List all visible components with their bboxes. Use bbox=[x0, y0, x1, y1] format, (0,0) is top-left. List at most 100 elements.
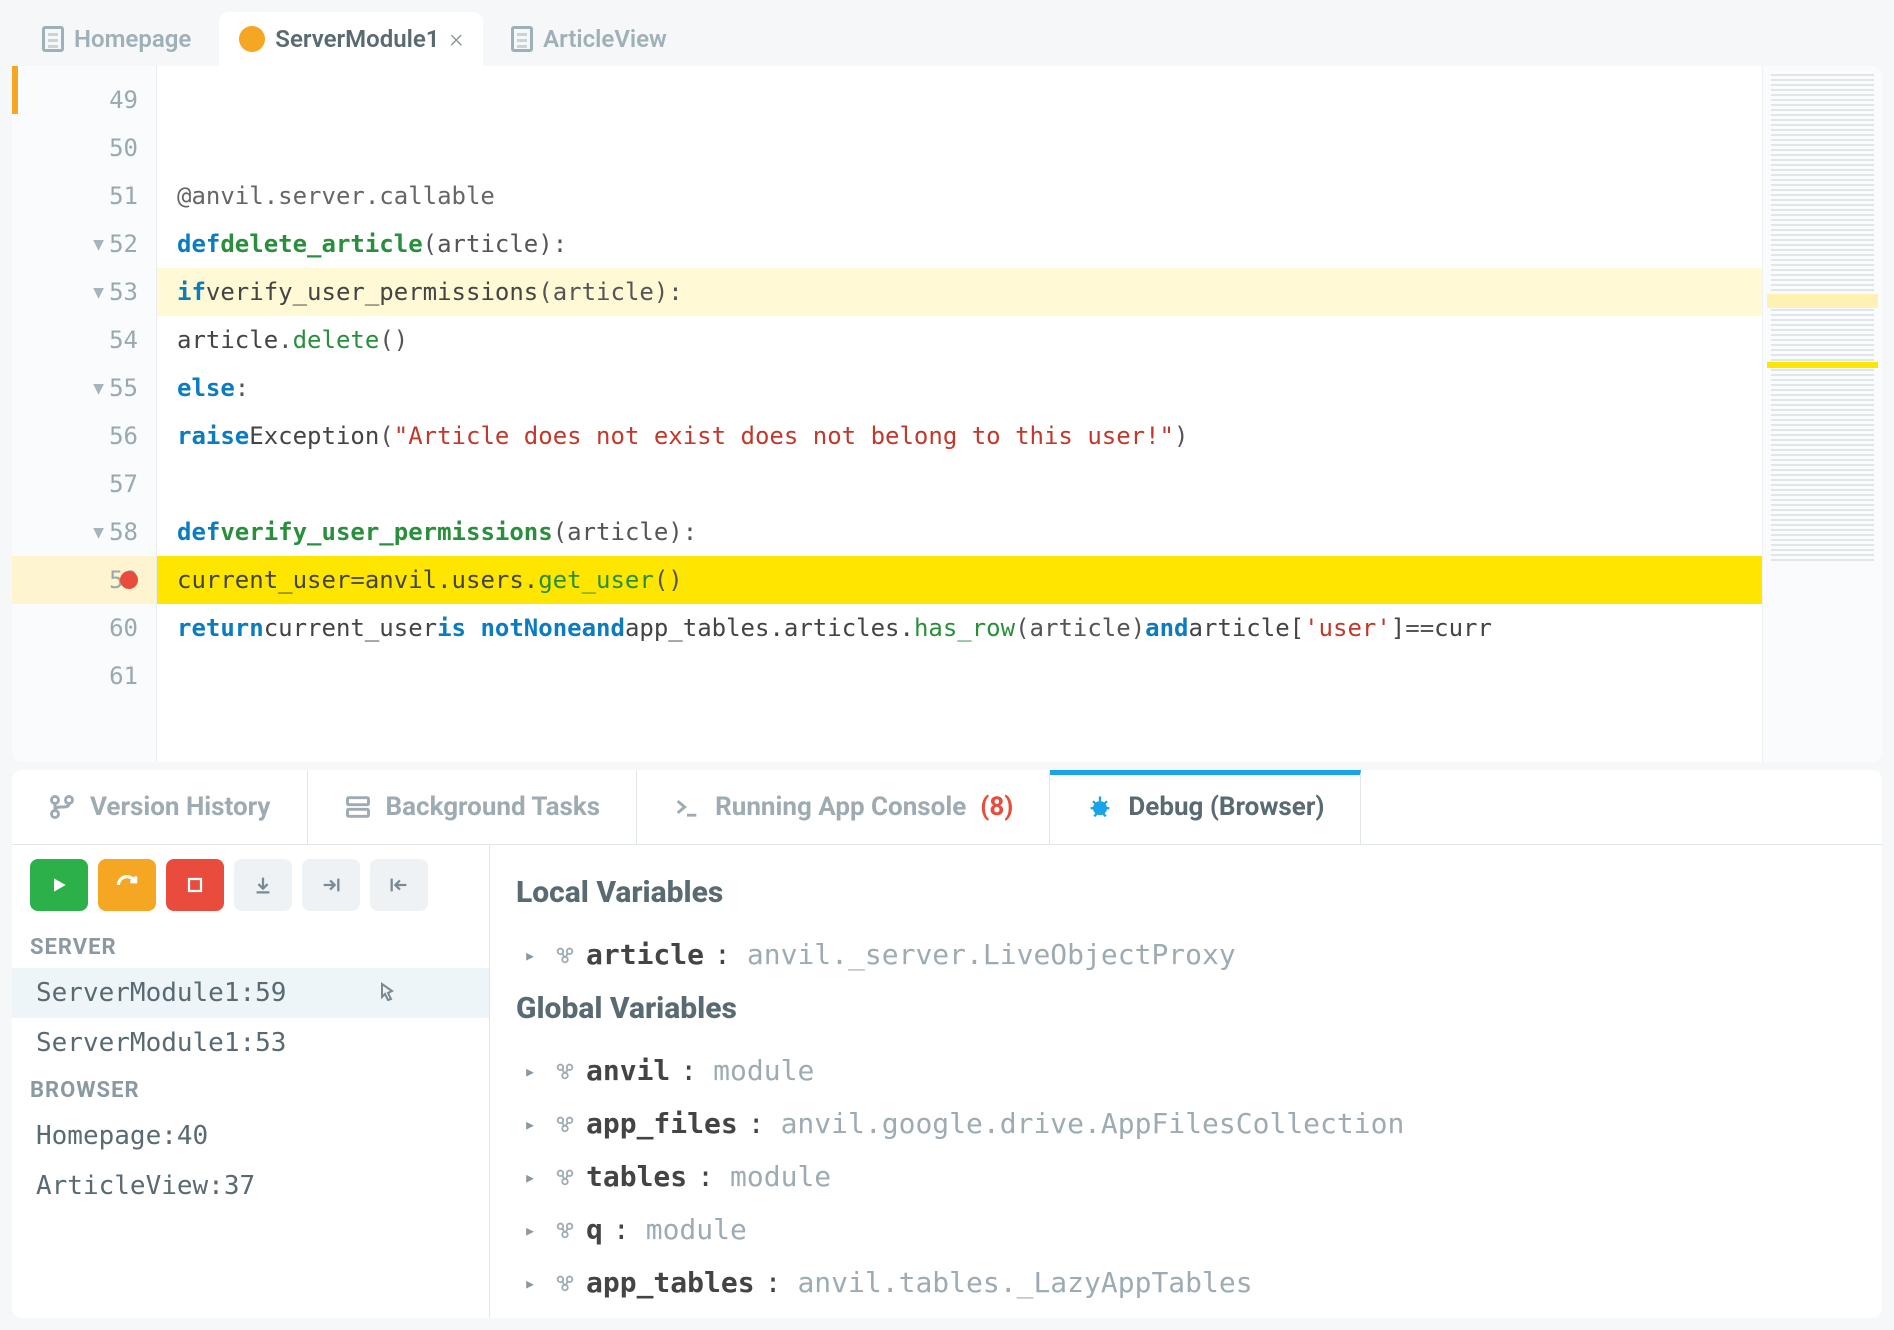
tab-servermodule1[interactable]: ServerModule1 × bbox=[219, 12, 483, 66]
callstack-item[interactable]: Homepage:40 bbox=[12, 1111, 489, 1161]
object-icon bbox=[554, 1060, 576, 1082]
code-line[interactable]: def delete_article(article): bbox=[157, 220, 1762, 268]
minimap-content bbox=[1771, 74, 1874, 562]
tab-debug-browser[interactable]: Debug (Browser) bbox=[1050, 770, 1361, 844]
page-icon bbox=[511, 26, 533, 52]
close-icon[interactable]: × bbox=[449, 24, 463, 54]
variable-row[interactable]: ▸article:anvil._server.LiveObjectProxy bbox=[516, 928, 1856, 981]
code-line[interactable]: return current_user is not None and app_… bbox=[157, 604, 1762, 652]
callstack-item[interactable]: ServerModule1:53 bbox=[12, 1018, 489, 1068]
code-line[interactable]: def verify_user_permissions(article): bbox=[157, 508, 1762, 556]
code-line[interactable] bbox=[157, 460, 1762, 508]
variable-name: tables bbox=[586, 1160, 687, 1193]
minimap[interactable] bbox=[1762, 66, 1882, 762]
tab-articleview[interactable]: ArticleView bbox=[491, 12, 687, 66]
tab-homepage[interactable]: Homepage bbox=[22, 12, 211, 66]
code-line[interactable]: @anvil.server.callable bbox=[157, 172, 1762, 220]
variable-name: app_files bbox=[586, 1107, 738, 1140]
gutter-line[interactable]: 57 bbox=[12, 460, 156, 508]
variable-name: article bbox=[586, 938, 704, 971]
code-editor[interactable]: 49505152▼53▼5455▼565758▼596061 @anvil.se… bbox=[12, 66, 1882, 762]
variables-pane[interactable]: Local Variables ▸article:anvil._server.L… bbox=[490, 845, 1882, 1318]
step-into-button[interactable] bbox=[234, 859, 292, 911]
code-pane[interactable]: @anvil.server.callabledef delete_article… bbox=[157, 66, 1762, 762]
btab-label: Running App Console bbox=[715, 792, 966, 822]
debug-controls bbox=[12, 845, 489, 925]
expand-chevron-icon[interactable]: ▸ bbox=[524, 943, 544, 967]
bottom-panel: Version History Background Tasks Running… bbox=[12, 770, 1882, 1318]
cursor-icon bbox=[375, 981, 399, 1005]
callstack-item[interactable]: ArticleView:37 bbox=[12, 1161, 489, 1211]
object-icon bbox=[554, 1219, 576, 1241]
fold-chevron-icon[interactable]: ▼ bbox=[93, 522, 104, 543]
btab-label: Debug (Browser) bbox=[1128, 792, 1324, 822]
object-icon bbox=[554, 1166, 576, 1188]
tab-label: ServerModule1 bbox=[275, 25, 439, 53]
code-line[interactable]: raise Exception("Article does not exist … bbox=[157, 412, 1762, 460]
step-over-button[interactable] bbox=[98, 859, 156, 911]
gutter-line[interactable]: 58▼ bbox=[12, 508, 156, 556]
code-line[interactable] bbox=[157, 124, 1762, 172]
page-icon bbox=[42, 26, 64, 52]
gutter-line[interactable]: 52▼ bbox=[12, 220, 156, 268]
object-icon bbox=[554, 1113, 576, 1135]
fold-chevron-icon[interactable]: ▼ bbox=[93, 234, 104, 255]
fold-chevron-icon[interactable]: ▼ bbox=[93, 378, 104, 399]
callstack-item[interactable]: ServerModule1:59 bbox=[12, 968, 489, 1018]
gutter-line[interactable]: 55▼ bbox=[12, 364, 156, 412]
debug-sidebar: SERVER ServerModule1:59 ServerModule1:53… bbox=[12, 845, 490, 1318]
gutter: 49505152▼53▼5455▼565758▼596061 bbox=[12, 66, 157, 762]
callstack-browser-header: BROWSER bbox=[12, 1068, 489, 1111]
server-icon bbox=[239, 26, 265, 52]
variable-row[interactable]: ▸app_tables:anvil.tables._LazyAppTables bbox=[516, 1256, 1856, 1309]
fold-chevron-icon[interactable]: ▼ bbox=[93, 282, 104, 303]
minimap-current-highlight bbox=[1767, 362, 1878, 368]
variable-row[interactable]: ▸app_files:anvil.google.drive.AppFilesCo… bbox=[516, 1097, 1856, 1150]
code-line[interactable]: current_user = anvil.users.get_user() bbox=[157, 556, 1762, 604]
callstack-label: ServerModule1:53 bbox=[36, 1028, 286, 1058]
variable-type: module bbox=[713, 1054, 814, 1087]
tab-label: ArticleView bbox=[543, 25, 667, 53]
gutter-line[interactable]: 54 bbox=[12, 316, 156, 364]
variable-row[interactable]: ▸anvil:module bbox=[516, 1044, 1856, 1097]
step-out-button[interactable] bbox=[370, 859, 428, 911]
code-line[interactable] bbox=[157, 76, 1762, 124]
breakpoint-icon[interactable] bbox=[120, 571, 138, 589]
btab-label: Background Tasks bbox=[386, 792, 601, 822]
expand-chevron-icon[interactable]: ▸ bbox=[524, 1165, 544, 1189]
variable-row[interactable]: ▸tables:module bbox=[516, 1150, 1856, 1203]
file-tabs: Homepage ServerModule1 × ArticleView bbox=[12, 12, 1882, 66]
code-line[interactable]: if verify_user_permissions(article): bbox=[157, 268, 1762, 316]
tab-version-history[interactable]: Version History bbox=[12, 770, 308, 844]
continue-button[interactable] bbox=[30, 859, 88, 911]
code-line[interactable]: article.delete() bbox=[157, 316, 1762, 364]
variable-row[interactable]: ▸q:module bbox=[516, 1203, 1856, 1256]
variable-type: anvil.google.drive.AppFilesCollection bbox=[781, 1107, 1405, 1140]
tab-running-app-console[interactable]: Running App Console (8) bbox=[637, 770, 1050, 844]
expand-chevron-icon[interactable]: ▸ bbox=[524, 1218, 544, 1242]
gutter-line[interactable]: 49 bbox=[12, 76, 156, 124]
code-line[interactable]: else: bbox=[157, 364, 1762, 412]
tab-background-tasks[interactable]: Background Tasks bbox=[308, 770, 638, 844]
stop-button[interactable] bbox=[166, 859, 224, 911]
expand-chevron-icon[interactable]: ▸ bbox=[524, 1271, 544, 1295]
object-icon bbox=[554, 1272, 576, 1294]
expand-chevron-icon[interactable]: ▸ bbox=[524, 1112, 544, 1136]
call-stack: SERVER ServerModule1:59 ServerModule1:53… bbox=[12, 925, 489, 1318]
object-icon bbox=[554, 944, 576, 966]
gutter-line[interactable]: 61 bbox=[12, 652, 156, 700]
expand-chevron-icon[interactable]: ▸ bbox=[524, 1059, 544, 1083]
btab-label: Version History bbox=[90, 792, 271, 822]
bug-icon bbox=[1086, 793, 1114, 821]
gutter-line[interactable]: 56 bbox=[12, 412, 156, 460]
variable-name: anvil bbox=[586, 1054, 670, 1087]
gutter-line[interactable]: 53▼ bbox=[12, 268, 156, 316]
code-line[interactable] bbox=[157, 652, 1762, 700]
gutter-line[interactable]: 59 bbox=[12, 556, 156, 604]
variable-type: module bbox=[646, 1213, 747, 1246]
gutter-line[interactable]: 50 bbox=[12, 124, 156, 172]
variable-type: module bbox=[730, 1160, 831, 1193]
gutter-line[interactable]: 51 bbox=[12, 172, 156, 220]
step-in-button[interactable] bbox=[302, 859, 360, 911]
gutter-line[interactable]: 60 bbox=[12, 604, 156, 652]
